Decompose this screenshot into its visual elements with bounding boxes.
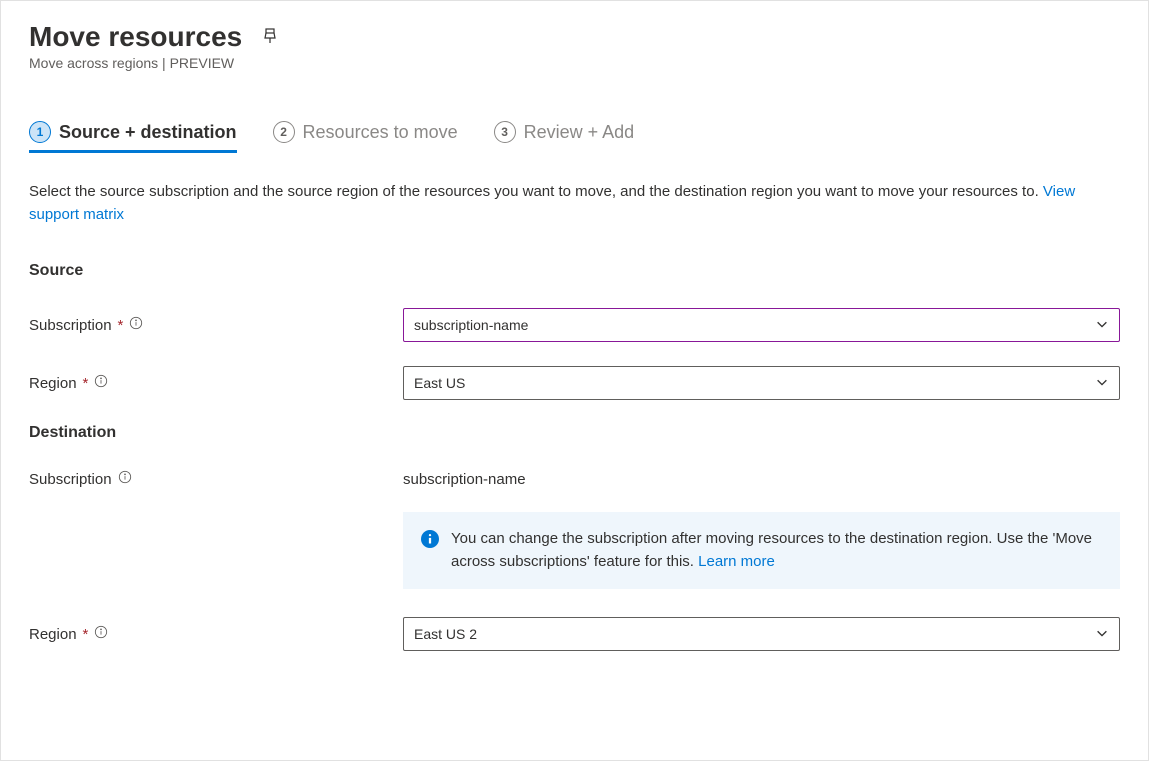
- destination-section-title: Destination: [29, 424, 1120, 442]
- info-circle-icon: [421, 528, 439, 551]
- page-subtitle: Move across regions | PREVIEW: [29, 55, 1120, 71]
- tab-number: 3: [494, 121, 516, 143]
- pin-icon[interactable]: [262, 28, 278, 47]
- chevron-down-icon: [1095, 626, 1109, 643]
- tab-number: 2: [273, 121, 295, 143]
- chevron-down-icon: [1095, 375, 1109, 392]
- info-box-text: You can change the subscription after mo…: [451, 528, 1102, 573]
- tab-number: 1: [29, 121, 51, 143]
- destination-subscription-row: Subscription subscription-name: [29, 470, 1120, 488]
- tab-source-destination[interactable]: 1 Source + destination: [29, 121, 237, 153]
- destination-region-label: Region *: [29, 625, 403, 643]
- destination-subscription-label: Subscription: [29, 470, 403, 488]
- subscription-info-box: You can change the subscription after mo…: [403, 512, 1120, 589]
- source-region-select[interactable]: East US: [403, 366, 1120, 400]
- page-header: Move resources: [29, 21, 1120, 53]
- source-subscription-label: Subscription *: [29, 316, 403, 334]
- source-subscription-select[interactable]: subscription-name: [403, 308, 1120, 342]
- required-indicator: *: [83, 626, 89, 643]
- source-subscription-row: Subscription * subscription-name: [29, 308, 1120, 342]
- learn-more-link[interactable]: Learn more: [698, 553, 775, 570]
- chevron-down-icon: [1095, 317, 1109, 334]
- tab-label: Source + destination: [59, 122, 237, 143]
- destination-subscription-value: subscription-name: [403, 471, 526, 488]
- source-region-row: Region * East US: [29, 366, 1120, 400]
- destination-region-select[interactable]: East US 2: [403, 617, 1120, 651]
- destination-region-row: Region * East US 2: [29, 617, 1120, 651]
- tab-label: Resources to move: [303, 122, 458, 143]
- tab-label: Review + Add: [524, 122, 635, 143]
- wizard-tabs: 1 Source + destination 2 Resources to mo…: [29, 121, 1120, 153]
- info-icon[interactable]: [129, 316, 143, 334]
- tab-resources-to-move[interactable]: 2 Resources to move: [273, 121, 458, 153]
- source-section-title: Source: [29, 262, 1120, 280]
- required-indicator: *: [118, 317, 124, 334]
- source-region-label: Region *: [29, 374, 403, 392]
- info-icon[interactable]: [118, 470, 132, 488]
- page-title: Move resources: [29, 21, 242, 53]
- info-icon[interactable]: [94, 374, 108, 392]
- page-description: Select the source subscription and the s…: [29, 181, 1120, 226]
- required-indicator: *: [83, 375, 89, 392]
- tab-review-add[interactable]: 3 Review + Add: [494, 121, 635, 153]
- info-icon[interactable]: [94, 625, 108, 643]
